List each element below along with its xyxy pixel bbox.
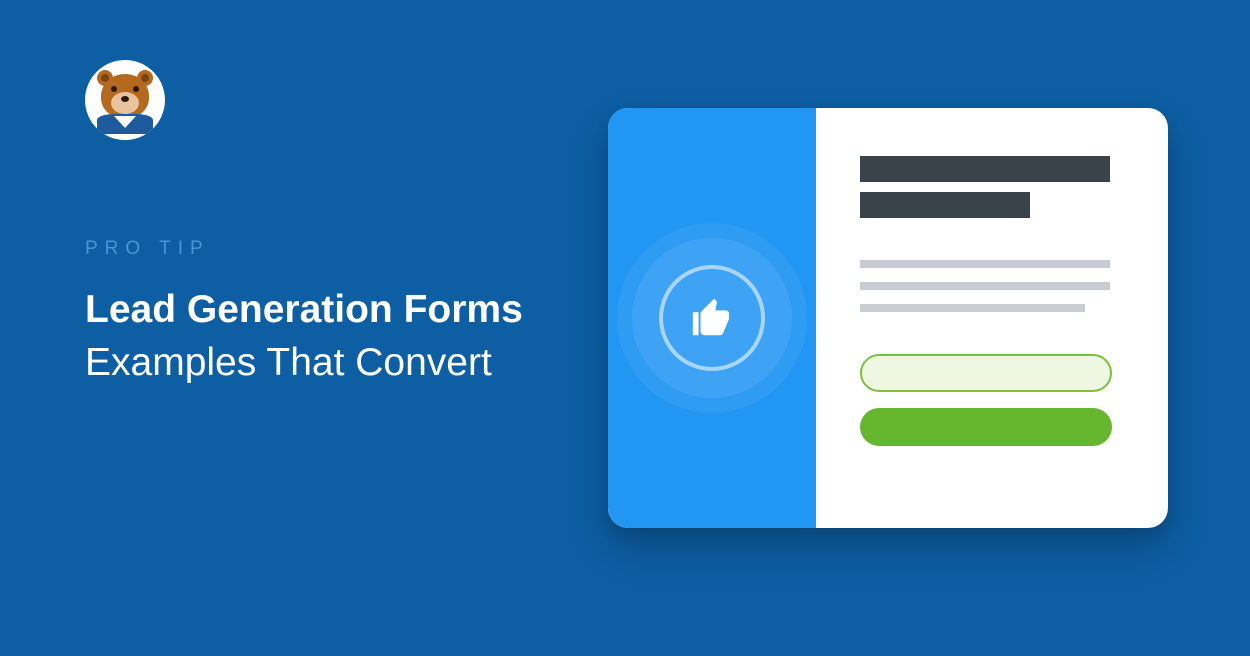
card-right-panel bbox=[816, 108, 1168, 528]
form-text-line bbox=[860, 282, 1110, 290]
form-submit-placeholder bbox=[860, 408, 1112, 446]
form-text-line bbox=[860, 260, 1110, 268]
title-line-2: Examples That Convert bbox=[85, 341, 492, 384]
thumb-circle bbox=[659, 265, 765, 371]
eyebrow-label: PRO TIP bbox=[85, 238, 523, 260]
title-line-1: Lead Generation Forms bbox=[85, 288, 523, 331]
form-heading-placeholder bbox=[860, 156, 1110, 182]
form-text-line bbox=[860, 304, 1085, 312]
brand-logo bbox=[85, 60, 165, 140]
card-left-panel bbox=[608, 108, 816, 528]
bear-mascot-icon bbox=[95, 70, 155, 130]
main-title: Lead Generation Forms Examples That Conv… bbox=[85, 284, 523, 389]
headline-block: PRO TIP Lead Generation Forms Examples T… bbox=[85, 238, 523, 389]
form-subheading-placeholder bbox=[860, 192, 1030, 218]
form-illustration-card bbox=[608, 108, 1168, 528]
form-input-placeholder bbox=[860, 354, 1112, 392]
thumbs-up-icon bbox=[689, 295, 735, 341]
